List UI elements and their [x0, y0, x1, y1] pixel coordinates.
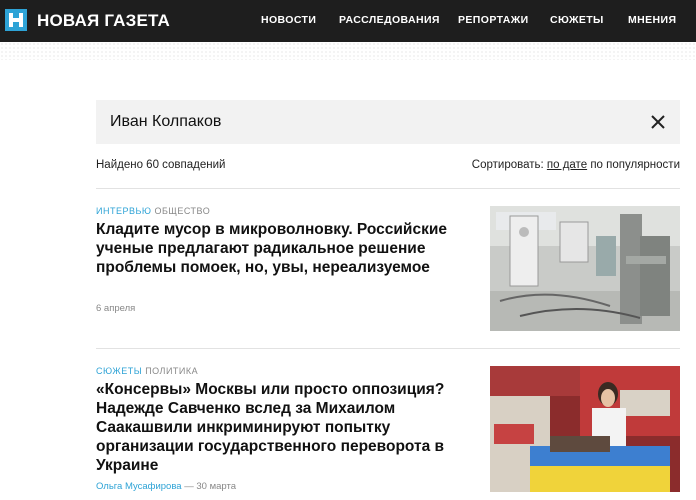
rubric-tag[interactable]: ИНТЕРВЬЮ	[96, 206, 151, 216]
nav-item-investigations[interactable]: РАССЛЕДОВАНИЯ	[339, 14, 440, 26]
nav-item-reports[interactable]: РЕПОРТАЖИ	[458, 14, 529, 26]
divider	[96, 348, 680, 349]
divider	[96, 188, 680, 189]
article-tags: ИНТЕРВЬЮ ОБЩЕСТВО	[96, 206, 210, 216]
article-tags: СЮЖЕТЫ ПОЛИТИКА	[96, 366, 198, 376]
sort-by-popularity[interactable]: по популярности	[590, 159, 680, 171]
top-bar: НОВАЯ ГАЗЕТА НОВОСТИ РАССЛЕДОВАНИЯ РЕПОР…	[0, 0, 696, 42]
article-author[interactable]: Ольга Мусафирова	[96, 481, 182, 492]
article-meta: Ольга Мусафирова — 30 марта	[96, 481, 236, 492]
dotted-divider	[0, 42, 696, 60]
nav-item-opinions[interactable]: МНЕНИЯ	[628, 14, 676, 26]
section-tag[interactable]: ПОЛИТИКА	[145, 366, 198, 376]
sort-controls: Сортировать: по дате по популярности	[472, 159, 680, 171]
article-image-parliament[interactable]	[490, 366, 680, 492]
article-date: 6 апреля	[96, 303, 136, 314]
search-box	[96, 100, 680, 144]
close-icon[interactable]	[648, 112, 668, 132]
logo-text[interactable]: НОВАЯ ГАЗЕТА	[37, 11, 170, 31]
logo-icon[interactable]	[5, 9, 27, 31]
sort-by-date[interactable]: по дате	[547, 159, 587, 171]
rubric-tag[interactable]: СЮЖЕТЫ	[96, 366, 142, 376]
article-title[interactable]: «Консервы» Москвы или просто оппозиция? …	[96, 380, 472, 475]
nav-item-stories[interactable]: СЮЖЕТЫ	[550, 14, 604, 26]
section-tag[interactable]: ОБЩЕСТВО	[155, 206, 211, 216]
results-count: Найдено 60 совпадений	[96, 159, 226, 171]
article-image-lab-equipment[interactable]	[490, 206, 680, 331]
sort-label: Сортировать:	[471, 159, 544, 171]
search-input[interactable]	[110, 110, 630, 134]
nav-item-news[interactable]: НОВОСТИ	[261, 14, 316, 26]
article-title[interactable]: Кладите мусор в микроволновку. Российски…	[96, 220, 472, 277]
article-date: 30 марта	[196, 481, 236, 492]
